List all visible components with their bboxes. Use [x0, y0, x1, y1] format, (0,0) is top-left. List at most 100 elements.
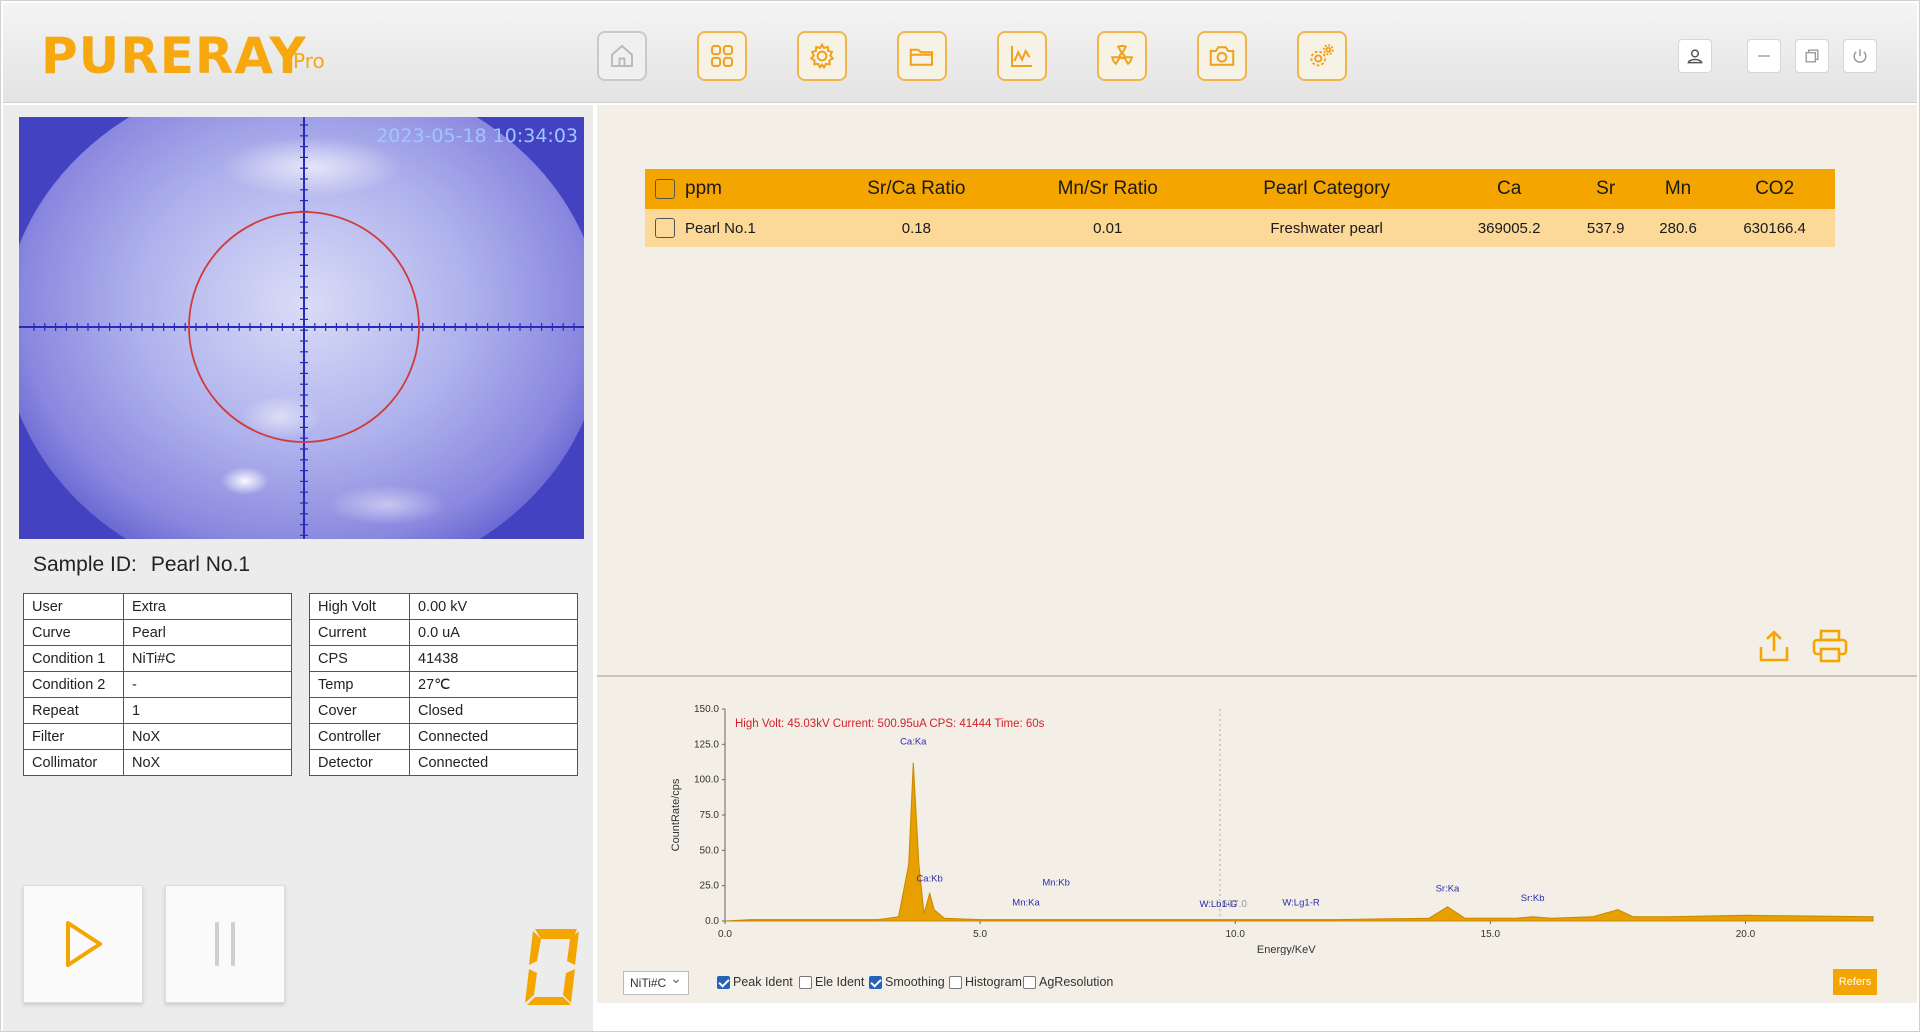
- checkbox-box: [949, 975, 962, 989]
- sample-id-label: Sample ID:: [33, 553, 137, 576]
- info-key: CPS: [309, 645, 410, 672]
- select-all-checkbox[interactable]: [645, 169, 685, 209]
- grid-icon: [711, 45, 733, 67]
- option-label: Smoothing: [885, 975, 945, 989]
- refers-button[interactable]: Refers: [1833, 969, 1877, 995]
- spectrum-chart[interactable]: 150.0 125.0 100.0 75.0 50.0 25.0 0.0 0.0 5.0 10.0…: [627, 695, 1887, 955]
- print-icon[interactable]: [1811, 627, 1849, 665]
- info-key: Controller: [309, 723, 410, 750]
- checkbox-box: [869, 975, 882, 989]
- option-checkbox[interactable]: AgResolution: [1023, 975, 1113, 989]
- info-key: High Volt: [309, 593, 410, 620]
- settings-icon: [809, 42, 835, 70]
- option-checkbox[interactable]: Peak Ident: [717, 975, 793, 989]
- app-logo: PURERAY: [41, 27, 307, 85]
- results-table: ppm Sr/Ca Ratio Mn/Sr Ratio Pearl Category C…: [645, 169, 1835, 247]
- info-row: Cover Closed: [309, 697, 578, 724]
- restore-button[interactable]: [1795, 39, 1829, 73]
- info-key: Detector: [309, 749, 410, 776]
- home-button[interactable]: [597, 31, 647, 81]
- column-header[interactable]: Sr: [1569, 169, 1642, 209]
- column-header[interactable]: Ca: [1448, 169, 1570, 209]
- option-label: Histogram: [965, 975, 1022, 989]
- left-panel: 2023-05-18 10:34:03 Sample ID: Pearl No.1…: [3, 105, 593, 1031]
- camera-icon: [1209, 46, 1235, 66]
- option-label: Ele Ident: [815, 975, 865, 989]
- table-row[interactable]: Pearl No.1 0.18 0.01 Freshwater pearl 369005…: [645, 209, 1835, 247]
- info-value: Closed: [409, 697, 578, 724]
- y-tick-label: 100.0: [694, 775, 719, 786]
- x-tick-label: 20.0: [1736, 929, 1756, 940]
- x-axis-label: Energy/KeV: [1257, 944, 1316, 955]
- user-button[interactable]: [1678, 39, 1712, 73]
- table-cell: Pearl No.1: [685, 209, 822, 247]
- info-value: NoX: [123, 749, 292, 776]
- info-value: -: [123, 671, 292, 698]
- open-folder-button[interactable]: [897, 31, 947, 81]
- camera-view[interactable]: 2023-05-18 10:34:03: [19, 117, 584, 539]
- power-button[interactable]: [1843, 39, 1877, 73]
- column-header[interactable]: CO2: [1714, 169, 1835, 209]
- x-tick-label: 5.0: [973, 929, 987, 940]
- app-logo-suffix: Pro: [293, 49, 325, 73]
- camera-image: [19, 117, 584, 539]
- table-cell: 280.6: [1641, 209, 1715, 247]
- settings-button[interactable]: [797, 31, 847, 81]
- home-icon: [611, 44, 633, 67]
- info-value: Connected: [409, 723, 578, 750]
- peak-label: Sr:Kb: [1521, 893, 1545, 904]
- x-tick-label: 10.0: [1225, 929, 1245, 940]
- info-row: Filter NoX: [23, 723, 292, 750]
- spectrum-options-bar: NiTi#C Peak Ident Ele Ident Smoothing Histo…: [623, 969, 1893, 997]
- table-cell: 369005.2: [1448, 209, 1570, 247]
- x-tick-label: 0.0: [718, 929, 732, 940]
- info-row: CPS 41438: [309, 645, 578, 672]
- info-value: 27℃: [409, 671, 578, 698]
- column-header[interactable]: Pearl Category: [1204, 169, 1449, 209]
- advanced-settings-button[interactable]: [1297, 31, 1347, 81]
- info-key: Repeat: [23, 697, 124, 724]
- camera-button[interactable]: [1197, 31, 1247, 81]
- start-button[interactable]: [23, 885, 143, 1003]
- checkbox-box: [1023, 975, 1036, 989]
- peak-label: Mn:Kb: [1042, 878, 1069, 889]
- peak-label: Ca:Ka: [900, 736, 927, 747]
- panel-divider: [597, 675, 1917, 677]
- condition-select[interactable]: NiTi#C: [623, 970, 689, 995]
- info-row: Condition 1 NiTi#C: [23, 645, 292, 672]
- app-window: PURERAY Pro 2023-05-18 10:34:03 Sample I…: [0, 0, 1920, 1032]
- info-key: Cover: [309, 697, 410, 724]
- pause-button[interactable]: [165, 885, 285, 1003]
- peak-label: Ca:Kb: [916, 873, 942, 884]
- y-axis-label: CountRate/cps: [670, 778, 682, 851]
- counter-digit: [525, 929, 579, 1005]
- power-icon: [1853, 49, 1867, 63]
- info-row: High Volt 0.00 kV: [309, 593, 578, 620]
- column-header[interactable]: Mn/Sr Ratio: [1011, 169, 1205, 209]
- y-tick-label: 125.0: [694, 739, 719, 750]
- option-checkbox[interactable]: Histogram: [949, 975, 1022, 989]
- user-icon: [1687, 49, 1703, 64]
- option-checkbox[interactable]: Smoothing: [869, 975, 945, 989]
- info-value: Pearl: [123, 619, 292, 646]
- acquisition-info: High Volt: 45.03kV Current: 500.95uA CPS…: [735, 718, 1045, 730]
- info-key: Current: [309, 619, 410, 646]
- info-row: Collimator NoX: [23, 749, 292, 776]
- minimize-button[interactable]: [1747, 39, 1781, 73]
- dashboard-button[interactable]: [697, 31, 747, 81]
- radiation-button[interactable]: [1097, 31, 1147, 81]
- info-key: Temp: [309, 671, 410, 698]
- play-icon: [66, 921, 102, 967]
- option-checkbox[interactable]: Ele Ident: [799, 975, 864, 989]
- y-tick-label: 0.0: [705, 916, 719, 927]
- chart-icon: [1011, 46, 1032, 67]
- export-icon[interactable]: [1755, 627, 1793, 665]
- column-header[interactable]: ppm: [685, 169, 822, 209]
- sample-id: Sample ID: Pearl No.1: [33, 553, 264, 577]
- column-header[interactable]: Mn: [1641, 169, 1715, 209]
- camera-timestamp: 2023-05-18 10:34:03: [376, 125, 578, 147]
- y-tick-label: 25.0: [700, 881, 720, 892]
- spectrum-button[interactable]: [997, 31, 1047, 81]
- column-header[interactable]: Sr/Ca Ratio: [821, 169, 1012, 209]
- row-checkbox[interactable]: [645, 209, 685, 247]
